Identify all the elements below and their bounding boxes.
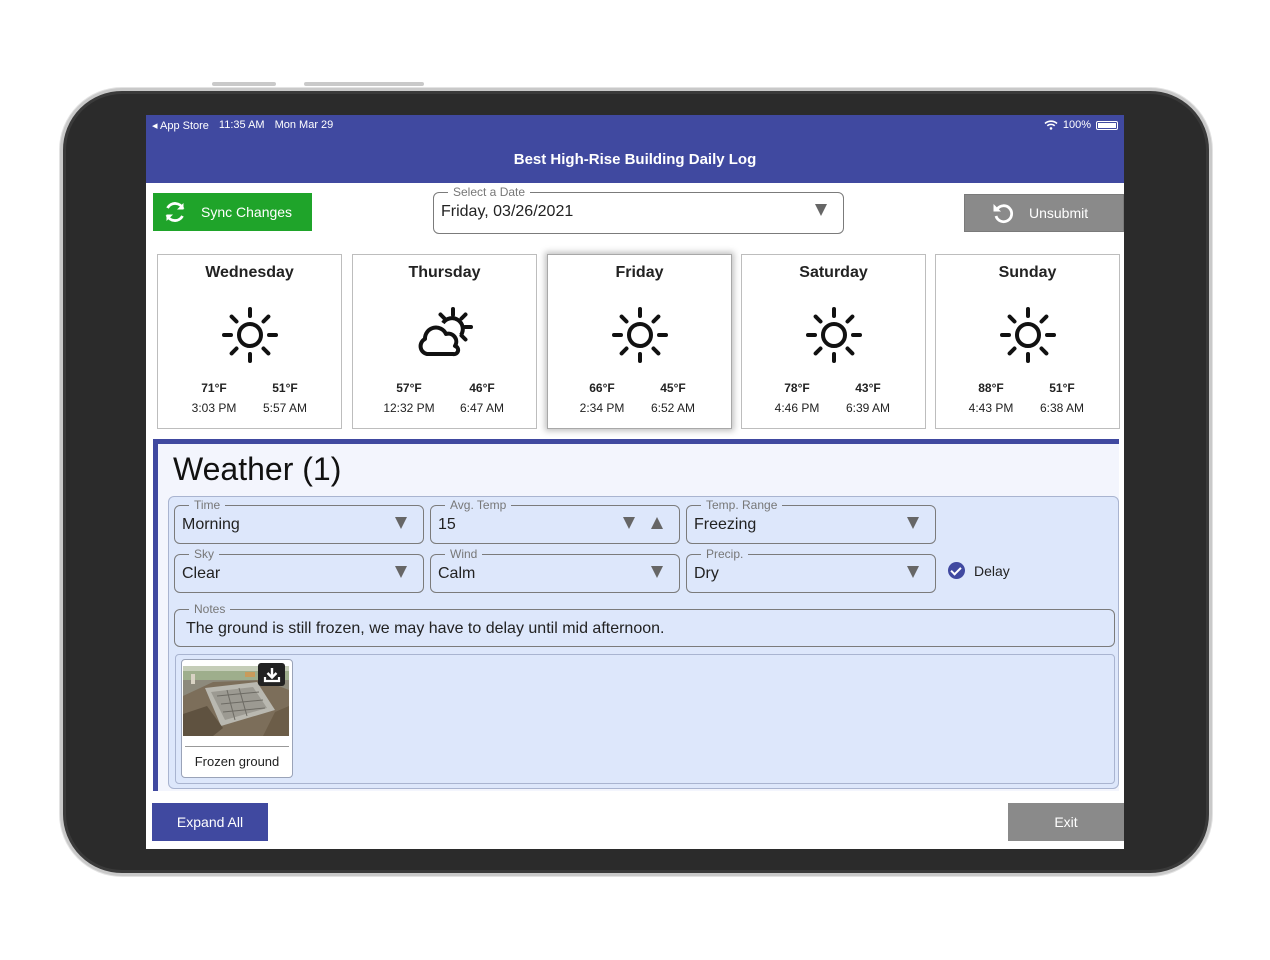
app-screen: ◂ App Store 11:35 AM Mon Mar 29 100% Bes… xyxy=(146,115,1124,849)
sync-icon xyxy=(165,202,185,222)
status-time: 11:35 AM xyxy=(218,119,265,131)
date-select-label: Select a Date xyxy=(448,185,531,199)
sync-changes-button[interactable]: Sync Changes xyxy=(153,193,312,231)
high-time: 2:34 PM xyxy=(579,401,625,415)
avg-temp-label: Avg. Temp xyxy=(445,498,512,512)
attachment-caption: Frozen ground xyxy=(194,754,280,769)
decrement-icon[interactable] xyxy=(623,517,635,529)
low-time: 6:52 AM xyxy=(650,401,696,415)
app-title-bar: Best High-Rise Building Daily Log xyxy=(146,135,1124,183)
sky-select[interactable]: Sky Clear xyxy=(174,547,424,593)
low-time: 5:57 AM xyxy=(262,401,308,415)
weather-section-left-border xyxy=(153,439,158,791)
avg-temp-value: 15 xyxy=(438,516,456,533)
sun-icon xyxy=(806,307,862,363)
chevron-down-icon xyxy=(395,517,407,529)
temp-range-value: Freezing xyxy=(694,516,757,533)
battery-icon xyxy=(1096,120,1118,130)
notes-value: The ground is still frozen, we may have … xyxy=(186,620,665,637)
power-button xyxy=(304,82,424,86)
download-icon[interactable] xyxy=(258,663,285,686)
status-date: Mon Mar 29 xyxy=(274,119,334,131)
precip-select[interactable]: Precip. Dry xyxy=(686,547,936,593)
date-select-value: Friday, 03/26/2021 xyxy=(441,203,574,220)
chevron-down-icon xyxy=(907,517,919,529)
volume-button xyxy=(212,82,276,86)
unsubmit-label: Unsubmit xyxy=(1029,205,1089,221)
back-to-app-store[interactable]: ◂ App Store xyxy=(152,119,209,132)
notes-field[interactable]: Notes The ground is still frozen, we may… xyxy=(174,602,1115,647)
day-card-saturday[interactable]: Saturday 78°F 4:46 PM 43°F 6:39 AM xyxy=(741,254,926,429)
high-time: 12:32 PM xyxy=(383,401,435,415)
time-select[interactable]: Time Morning xyxy=(174,498,424,544)
low-time: 6:47 AM xyxy=(459,401,505,415)
low-temp: 51°F xyxy=(272,381,298,395)
wind-select-value: Calm xyxy=(438,565,476,582)
unsubmit-button[interactable]: Unsubmit xyxy=(964,194,1124,232)
low-temp: 46°F xyxy=(469,381,495,395)
low-time: 6:39 AM xyxy=(845,401,891,415)
high-time: 4:43 PM xyxy=(968,401,1014,415)
attachments-area xyxy=(175,654,1115,784)
sun-icon xyxy=(222,307,278,363)
delay-label: Delay xyxy=(974,562,1010,579)
time-select-label: Time xyxy=(189,498,226,512)
wind-select-label: Wind xyxy=(445,547,483,561)
sync-changes-label: Sync Changes xyxy=(201,204,293,220)
precip-select-value: Dry xyxy=(694,565,719,582)
low-temp: 45°F xyxy=(660,381,686,395)
high-time: 4:46 PM xyxy=(774,401,820,415)
battery-percent: 100% xyxy=(1062,119,1091,131)
back-arrow-icon: ◂ xyxy=(152,119,158,132)
day-name: Sunday xyxy=(998,264,1057,281)
attachment-divider xyxy=(185,746,289,747)
day-card-wednesday[interactable]: Wednesday 71°F 3:03 PM 51°F 5:57 AM xyxy=(157,254,342,429)
temp-range-select[interactable]: Temp. Range Freezing xyxy=(686,498,936,544)
avg-temp-stepper[interactable]: Avg. Temp 15 xyxy=(430,498,680,544)
day-card-sunday[interactable]: Sunday 88°F 4:43 PM 51°F 6:38 AM xyxy=(935,254,1120,429)
sky-select-label: Sky xyxy=(189,547,220,561)
precip-select-label: Precip. xyxy=(701,547,749,561)
temp-range-label: Temp. Range xyxy=(701,498,783,512)
high-temp: 71°F xyxy=(201,381,227,395)
partly-cloudy-icon xyxy=(418,307,473,357)
day-card-thursday[interactable]: Thursday 57°F 12:32 PM 46°F 6:47 AM xyxy=(352,254,537,429)
low-temp: 43°F xyxy=(855,381,881,395)
notes-label: Notes xyxy=(189,602,231,616)
chevron-down-icon xyxy=(815,204,827,216)
high-temp: 57°F xyxy=(396,381,422,395)
high-temp: 88°F xyxy=(978,381,1004,395)
sun-icon xyxy=(612,307,668,363)
chevron-down-icon xyxy=(907,566,919,578)
day-name: Wednesday xyxy=(205,264,294,281)
weather-section-title: Weather (1) xyxy=(173,451,342,487)
wind-select[interactable]: Wind Calm xyxy=(430,547,680,593)
delay-checkbox[interactable]: Delay xyxy=(948,562,1010,579)
attachment-card[interactable]: Frozen ground xyxy=(181,659,293,778)
exit-button[interactable]: Exit xyxy=(1008,803,1124,841)
checkmark-icon xyxy=(948,562,965,579)
day-name: Friday xyxy=(615,264,664,281)
increment-icon[interactable] xyxy=(651,517,663,529)
sky-select-value: Clear xyxy=(182,565,221,582)
undo-icon xyxy=(993,204,1014,224)
status-bar: ◂ App Store 11:35 AM Mon Mar 29 100% xyxy=(146,115,1124,135)
time-select-value: Morning xyxy=(182,516,240,533)
date-select[interactable]: Select a Date Friday, 03/26/2021 xyxy=(433,185,844,234)
weather-section-top-border xyxy=(153,439,1119,444)
chevron-down-icon xyxy=(651,566,663,578)
page-title: Best High-Rise Building Daily Log xyxy=(513,150,757,168)
high-temp: 66°F xyxy=(589,381,615,395)
high-time: 3:03 PM xyxy=(191,401,237,415)
expand-all-button[interactable]: Expand All xyxy=(152,803,268,841)
low-temp: 51°F xyxy=(1049,381,1075,395)
low-time: 6:38 AM xyxy=(1039,401,1085,415)
sun-icon xyxy=(1000,307,1056,363)
chevron-down-icon xyxy=(395,566,407,578)
day-card-friday[interactable]: Friday 66°F 2:34 PM 45°F 6:52 AM xyxy=(547,254,732,429)
day-name: Saturday xyxy=(799,264,868,281)
day-name: Thursday xyxy=(408,264,481,281)
wifi-icon xyxy=(1044,120,1058,130)
high-temp: 78°F xyxy=(784,381,810,395)
